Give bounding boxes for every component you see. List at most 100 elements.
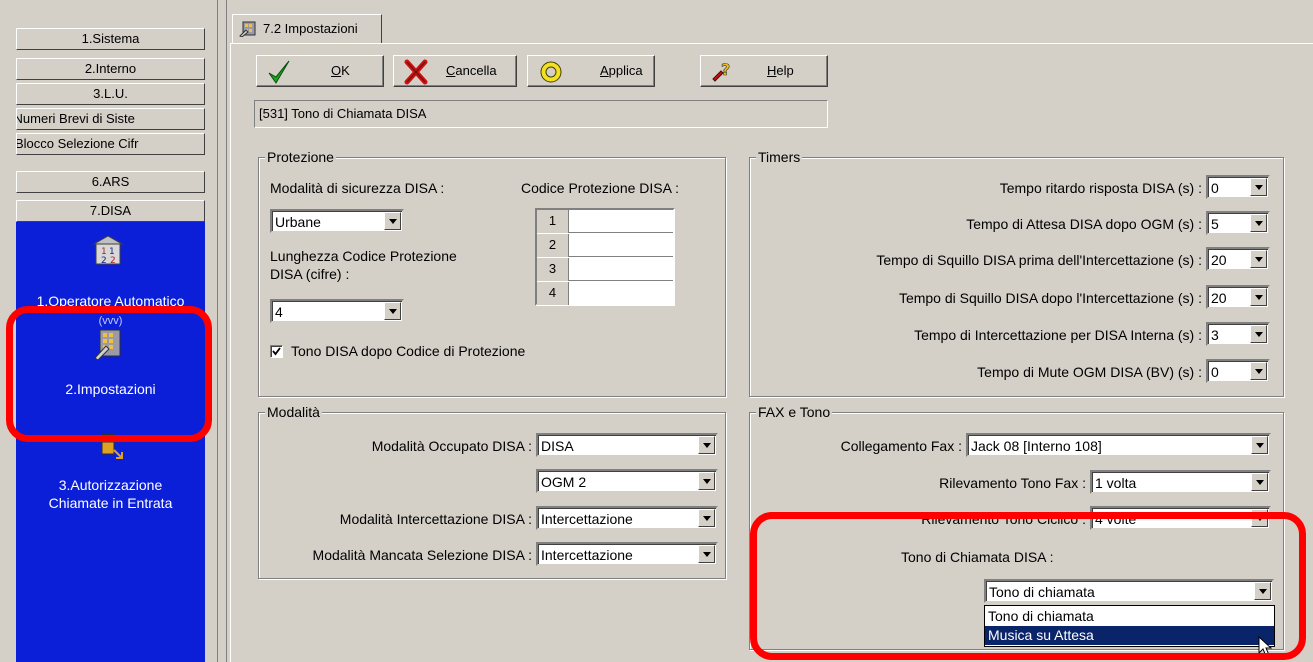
subitem-impostazioni[interactable]: 2.Impostazioni: [16, 328, 205, 408]
missed-selection-select[interactable]: Intercettazione: [536, 542, 718, 566]
busy-mode-label: Modalità Occupato DISA :: [371, 438, 532, 454]
nav-item-trs[interactable]: TRS (Blocco Selezione Cifr: [16, 133, 205, 155]
ring-tone-label: Tono di Chiamata DISA :: [901, 549, 1054, 565]
ok-button-label: OK: [331, 63, 350, 78]
code-row[interactable]: 1: [537, 210, 673, 233]
tone-after-code-checkbox[interactable]: [270, 345, 283, 358]
timer-select-attesa-ogm[interactable]: 5: [1206, 211, 1270, 235]
chevron-down-icon[interactable]: [1250, 214, 1267, 232]
fax-tone-detect-label: Rilevamento Tono Fax :: [939, 475, 1086, 491]
busy-ogm-select[interactable]: OGM 2: [536, 469, 718, 493]
fax-connection-select[interactable]: Jack 08 [Interno 108]: [966, 433, 1271, 457]
subitem-label: 1.Operatore Automatico: [36, 293, 185, 309]
code-row-number: 3: [537, 258, 569, 281]
nav-item-lu[interactable]: 3.L.U.: [16, 83, 205, 105]
select-value: OGM 2: [541, 474, 587, 490]
nav-item-ars[interactable]: 6.ARS: [16, 171, 205, 193]
protection-code-grid: 1 2 3 4: [535, 208, 675, 306]
cancel-button[interactable]: Cancella: [393, 55, 517, 87]
timer-select-intercettazione[interactable]: 3: [1206, 322, 1270, 346]
chevron-down-icon[interactable]: [698, 436, 715, 454]
chevron-down-icon[interactable]: [384, 302, 401, 320]
chevron-down-icon[interactable]: [1250, 288, 1267, 306]
select-value: 4 volte: [1095, 511, 1137, 527]
panel-splitter[interactable]: [215, 0, 229, 662]
settings-icon: [239, 21, 256, 37]
incoming-call-icon: [96, 433, 123, 459]
help-button[interactable]: ? Help: [700, 55, 828, 87]
chevron-down-icon[interactable]: [1250, 178, 1267, 196]
nav-label: enda Numeri Brevi di Siste: [16, 111, 135, 126]
chevron-down-icon[interactable]: [1251, 509, 1268, 527]
nav-item-disa[interactable]: 7.DISA: [16, 200, 205, 222]
tone-after-code-label: Tono DISA dopo Codice di Protezione: [291, 343, 526, 359]
ring-tone-select[interactable]: Tono di chiamata: [984, 579, 1274, 603]
nav-item-numeri-brevi[interactable]: enda Numeri Brevi di Siste: [16, 108, 205, 130]
chevron-down-icon[interactable]: [1251, 436, 1268, 454]
select-value: 0: [1211, 180, 1219, 196]
chevron-down-icon[interactable]: [384, 212, 401, 230]
nav-item-interno[interactable]: 2.Interno: [16, 58, 205, 80]
apply-button[interactable]: Applica: [527, 55, 655, 87]
select-value: 4: [275, 304, 283, 320]
code-length-label-line2: DISA (cifre) :: [270, 266, 350, 282]
timer-select-mute-ogm[interactable]: 0: [1206, 359, 1270, 383]
nav-item-sistema[interactable]: 1.Sistema: [16, 28, 205, 50]
tab-label: 7.2 Impostazioni: [263, 21, 358, 36]
code-row[interactable]: 3: [537, 258, 673, 281]
cyclic-tone-detect-select[interactable]: 4 volte: [1090, 506, 1271, 530]
intercept-mode-select[interactable]: Intercettazione: [536, 506, 718, 530]
chevron-down-icon[interactable]: [698, 545, 715, 563]
timer-label-intercettazione: Tempo di Intercettazione per DISA Intern…: [914, 327, 1202, 343]
select-value: Jack 08 [Interno 108]: [971, 438, 1102, 454]
subitem-label: 2.Impostazioni: [65, 381, 156, 397]
subitem-operatore-automatico[interactable]: 1 1 2 2 1.Operatore Automatico (vvv): [16, 236, 205, 327]
code-row[interactable]: 4: [537, 282, 673, 305]
chevron-down-icon[interactable]: [1250, 325, 1267, 343]
timer-label-attesa-ogm: Tempo di Attesa DISA dopo OGM (s) :: [966, 216, 1202, 232]
code-row-number: 4: [537, 282, 569, 305]
select-value: DISA: [541, 438, 574, 454]
apply-button-label: Applica: [600, 63, 643, 78]
mouse-cursor-icon: [1258, 636, 1273, 657]
select-value: Intercettazione: [541, 511, 633, 527]
chevron-down-icon[interactable]: [1250, 250, 1267, 268]
svg-text:2: 2: [110, 256, 116, 266]
chevron-down-icon[interactable]: [1254, 582, 1271, 600]
dropdown-option[interactable]: Tono di chiamata: [985, 607, 1274, 626]
code-row[interactable]: 2: [537, 234, 673, 257]
chevron-down-icon[interactable]: [1250, 362, 1267, 380]
tab-impostazioni[interactable]: 7.2 Impostazioni: [232, 14, 382, 44]
select-value: 0: [1211, 364, 1219, 380]
chevron-down-icon[interactable]: [698, 472, 715, 490]
select-value: 1 volta: [1095, 475, 1137, 491]
dropdown-option-highlighted[interactable]: Musica su Attesa: [985, 626, 1274, 645]
check-icon: [272, 347, 281, 356]
chevron-down-icon[interactable]: [698, 509, 715, 527]
chevron-down-icon[interactable]: [1251, 473, 1268, 491]
cancel-button-label: Cancella: [446, 63, 497, 78]
code-length-select[interactable]: 4: [270, 299, 404, 323]
group-title: Timers: [756, 149, 803, 165]
subitem-autorizzazione-chiamate[interactable]: 3.Autorizzazione Chiamate in Entrata: [16, 428, 205, 518]
timer-select-risposta[interactable]: 0: [1206, 175, 1270, 199]
select-value: 20: [1211, 290, 1227, 306]
missed-selection-label: Modalità Mancata Selezione DISA :: [312, 547, 532, 563]
timer-select-squillo-dopo[interactable]: 20: [1206, 285, 1270, 309]
nav-label: TRS (Blocco Selezione Cifr: [16, 136, 139, 151]
select-value: Tono di chiamata: [989, 584, 1095, 600]
ok-button[interactable]: OK: [256, 55, 384, 87]
timer-select-squillo-prima[interactable]: 20: [1206, 247, 1270, 271]
yellow-ring-icon: [540, 61, 562, 83]
timer-label-mute-ogm: Tempo di Mute OGM DISA (BV) (s) :: [977, 364, 1202, 380]
timer-label-squillo-dopo: Tempo di Squillo DISA dopo l'Intercettaz…: [898, 290, 1202, 306]
protection-code-label: Codice Protezione DISA :: [521, 180, 679, 196]
group-title: Protezione: [265, 149, 336, 165]
left-navigation-panel: 1.Sistema 2.Interno 3.L.U. enda Numeri B…: [0, 0, 215, 662]
nav-label: 1.Sistema: [81, 31, 140, 46]
nav-label: 2.Interno: [84, 61, 137, 76]
group-title: FAX e Tono: [756, 404, 833, 420]
security-mode-select[interactable]: Urbane: [270, 209, 404, 233]
fax-tone-detect-select[interactable]: 1 volta: [1090, 470, 1271, 494]
busy-mode-select[interactable]: DISA: [536, 433, 718, 457]
